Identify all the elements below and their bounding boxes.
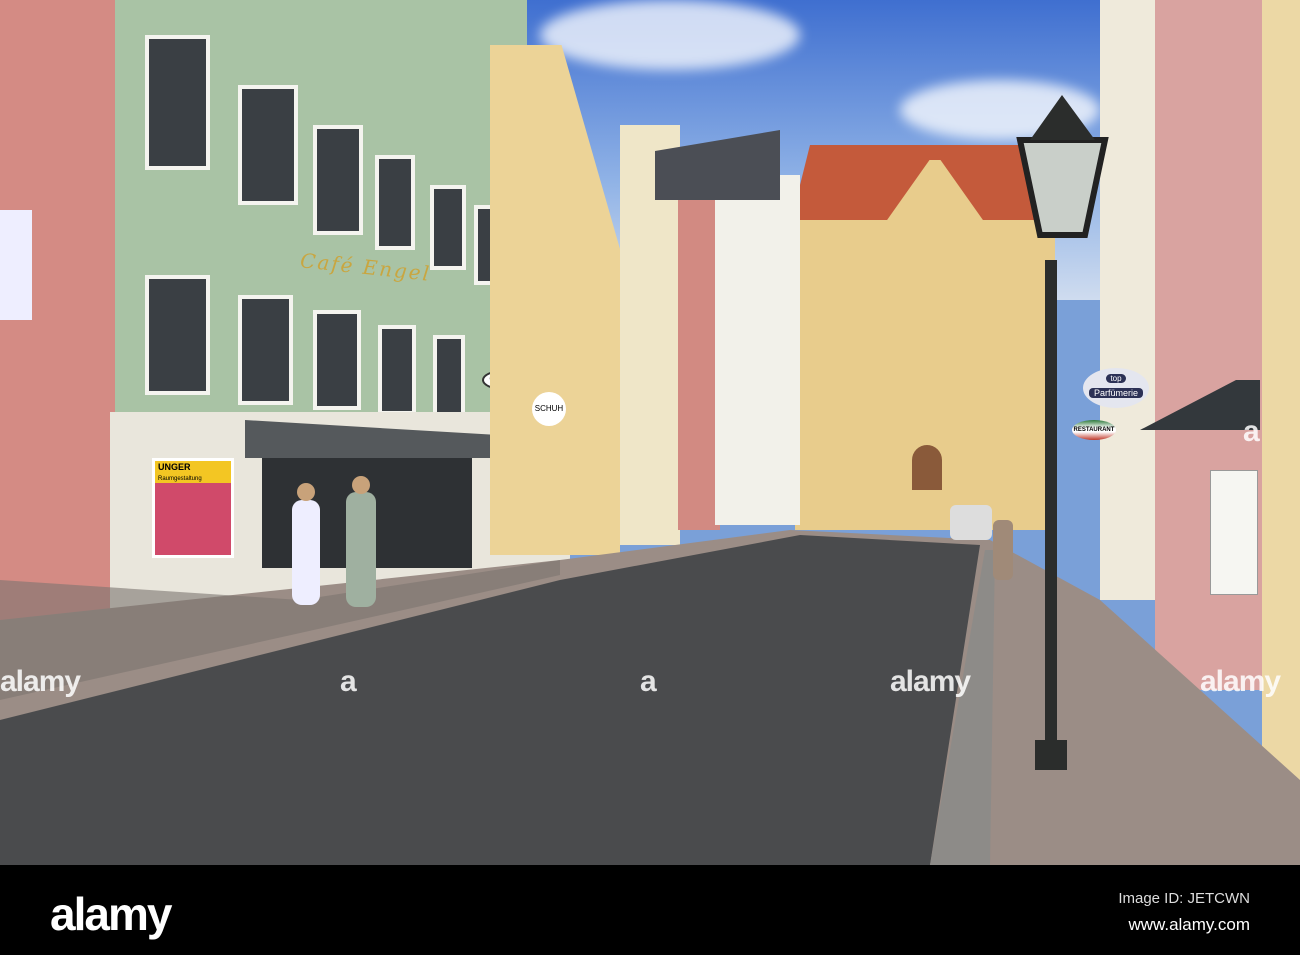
street-photo: Café Engel CAFE UNGER Raumgestaltung SCH… <box>0 0 1300 865</box>
watermark: alamy <box>890 665 971 698</box>
watermark: a <box>1243 415 1260 448</box>
watermark: a <box>340 665 357 698</box>
image-id: Image ID: JETCWN <box>1118 890 1250 907</box>
car <box>950 505 992 540</box>
watermark: a <box>640 665 657 698</box>
site-url: www.alamy.com <box>1128 915 1250 934</box>
alamy-logo: alamy <box>50 888 172 940</box>
footer-bar: alamy Image ID: JETCWN www.alamy.com <box>0 865 1300 955</box>
watermark: alamy <box>1200 665 1281 698</box>
watermark: alamy <box>0 665 81 698</box>
street-ground <box>0 95 1300 865</box>
